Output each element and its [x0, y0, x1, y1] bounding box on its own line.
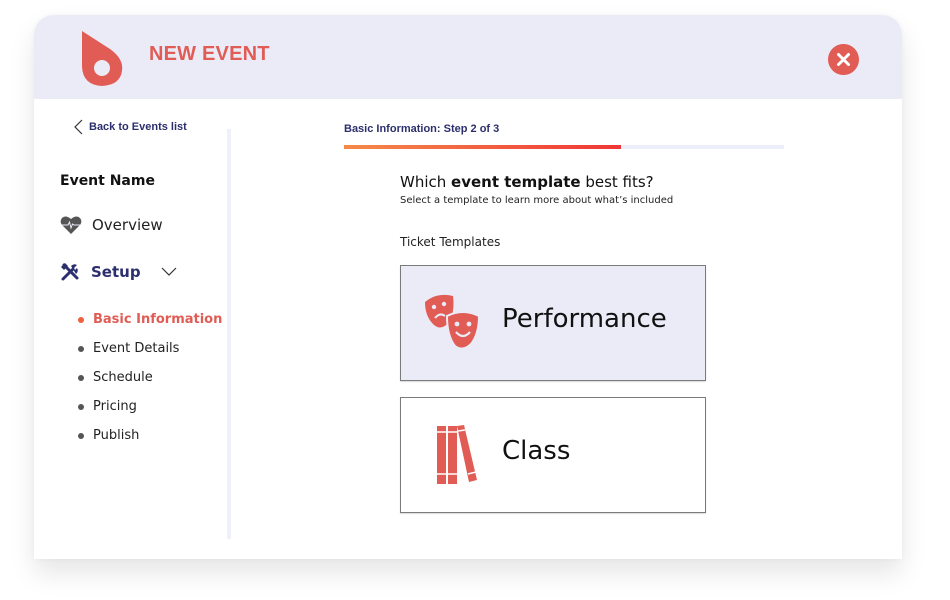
overview-label: Overview	[92, 216, 163, 234]
progress-fill	[344, 145, 622, 149]
sub-item-label: Pricing	[93, 399, 137, 414]
droplet-logo-icon	[82, 31, 123, 86]
event-name-heading: Event Name	[60, 173, 155, 189]
progress-bar	[344, 145, 784, 149]
close-button[interactable]	[828, 44, 859, 75]
template-name: Performance	[502, 304, 667, 334]
chevron-down-icon[interactable]	[161, 267, 177, 277]
step-label: Basic Information: Step 2 of 3	[344, 123, 500, 135]
question-prefix: Which	[400, 173, 452, 191]
sidebar-divider	[227, 129, 231, 539]
question-suffix: best fits?	[580, 173, 654, 191]
setup-sub-nav: Basic Information Event Details Schedule…	[78, 305, 222, 450]
template-question: Which event template best fits?	[400, 173, 654, 191]
tools-icon	[61, 263, 79, 281]
ticket-templates-label: Ticket Templates	[400, 235, 501, 249]
close-icon	[837, 53, 850, 66]
question-bold: event template	[451, 173, 581, 191]
chevron-left-icon	[74, 119, 83, 135]
bullet-icon	[78, 432, 84, 439]
sidebar: Back to Events list Event Name Overview …	[34, 99, 234, 559]
theater-masks-icon	[425, 294, 481, 350]
template-card-performance[interactable]: Performance	[400, 265, 706, 381]
sidebar-item-overview[interactable]: Overview	[60, 215, 163, 235]
bullet-icon	[78, 345, 84, 352]
bullet-icon	[78, 316, 84, 323]
new-event-dialog: NEW EVENT Back to Events list Event Name…	[34, 15, 902, 559]
dialog-header: NEW EVENT	[34, 15, 902, 99]
setup-label: Setup	[91, 263, 141, 281]
back-link-label: Back to Events list	[89, 121, 187, 133]
sidebar-item-basic-information[interactable]: Basic Information	[78, 305, 222, 334]
template-name: Class	[502, 436, 571, 466]
sidebar-item-schedule[interactable]: Schedule	[78, 363, 222, 392]
sub-item-label: Schedule	[93, 370, 153, 385]
sidebar-item-setup[interactable]: Setup	[60, 262, 177, 282]
back-to-events-link[interactable]: Back to Events list	[74, 119, 187, 135]
sidebar-item-event-details[interactable]: Event Details	[78, 334, 222, 363]
bullet-icon	[78, 403, 84, 410]
template-card-class[interactable]: Class	[400, 397, 706, 513]
heart-pulse-icon	[60, 216, 82, 234]
sub-item-label: Basic Information	[93, 312, 223, 327]
bullet-icon	[78, 374, 84, 381]
template-question-subtitle: Select a template to learn more about wh…	[400, 195, 674, 206]
sidebar-item-publish[interactable]: Publish	[78, 421, 222, 450]
dialog-title: NEW EVENT	[149, 43, 270, 65]
books-icon	[437, 425, 477, 484]
sub-item-label: Publish	[93, 428, 140, 443]
sidebar-item-pricing[interactable]: Pricing	[78, 392, 222, 421]
sub-item-label: Event Details	[93, 341, 180, 356]
